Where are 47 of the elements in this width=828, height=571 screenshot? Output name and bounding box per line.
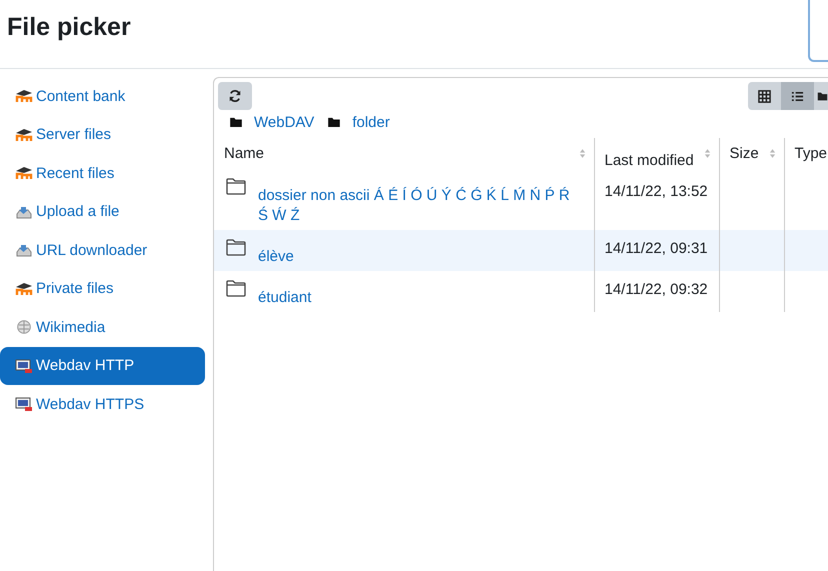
breadcrumb-link[interactable]: folder xyxy=(352,114,390,130)
graduation-cap-icon xyxy=(15,89,33,104)
table-row[interactable]: étudiant 14/11/22, 09:32 xyxy=(214,271,828,312)
folder-icon xyxy=(230,117,242,127)
folder-icon xyxy=(226,178,246,195)
sidebar-item[interactable]: Wikimedia xyxy=(0,308,205,346)
column-header[interactable]: Size xyxy=(719,138,784,169)
tree-view-button[interactable] xyxy=(814,82,828,110)
folder-name[interactable]: étudiant xyxy=(226,280,584,308)
sidebar-item[interactable]: Webdav HTTP xyxy=(0,346,205,385)
computer-icon xyxy=(15,358,33,373)
sidebar-item[interactable]: Server files xyxy=(0,116,205,154)
table-cell-text: 14/11/22, 09:31 xyxy=(604,239,708,257)
drive-icon xyxy=(15,243,33,258)
sidebar-item[interactable]: Recent files xyxy=(0,154,205,192)
sidebar-item[interactable]: Upload a file xyxy=(0,192,205,231)
grid-view-button[interactable] xyxy=(748,82,781,110)
sidebar-item[interactable]: Content bank xyxy=(0,77,205,116)
refresh-icon xyxy=(228,89,242,103)
folder-name[interactable]: dossier non ascii Á É Í Ó Ú Ý Ć Ǵ Ḱ Ĺ Ḿ Ń Ṕ Ŕ Ś Ẃ Ź xyxy=(226,178,584,226)
breadcrumb-link[interactable]: WebDAV xyxy=(254,114,314,130)
refresh-button[interactable] xyxy=(218,82,252,110)
globe-icon xyxy=(15,320,33,334)
list-view-button[interactable] xyxy=(781,82,814,110)
computer-icon xyxy=(15,397,33,412)
graduation-cap-icon xyxy=(15,166,33,180)
list-icon xyxy=(791,90,804,102)
sidebar-item[interactable]: URL downloader xyxy=(0,231,205,270)
drive-icon xyxy=(15,204,33,219)
column-header[interactable]: Name xyxy=(214,138,594,169)
sort-icon xyxy=(578,148,586,159)
graduation-cap-icon xyxy=(15,128,33,142)
column-header[interactable]: Last modified xyxy=(594,138,719,169)
folder-icon xyxy=(328,117,340,127)
folder-icon xyxy=(226,239,246,256)
folder-icon xyxy=(817,90,828,102)
sidebar-item[interactable]: Private files xyxy=(0,270,205,308)
table-cell-text: 14/11/22, 09:32 xyxy=(604,280,708,298)
table-cell-text: 14/11/22, 13:52 xyxy=(604,182,708,200)
sort-icon xyxy=(768,148,776,159)
sidebar-item[interactable]: Webdav HTTPS xyxy=(0,385,205,424)
graduation-cap-icon xyxy=(15,282,33,296)
window-title: File picker xyxy=(7,13,131,42)
folder-icon xyxy=(226,280,246,297)
sort-icon xyxy=(704,148,710,159)
column-header[interactable]: Type xyxy=(784,138,828,169)
grid-icon xyxy=(758,90,771,102)
